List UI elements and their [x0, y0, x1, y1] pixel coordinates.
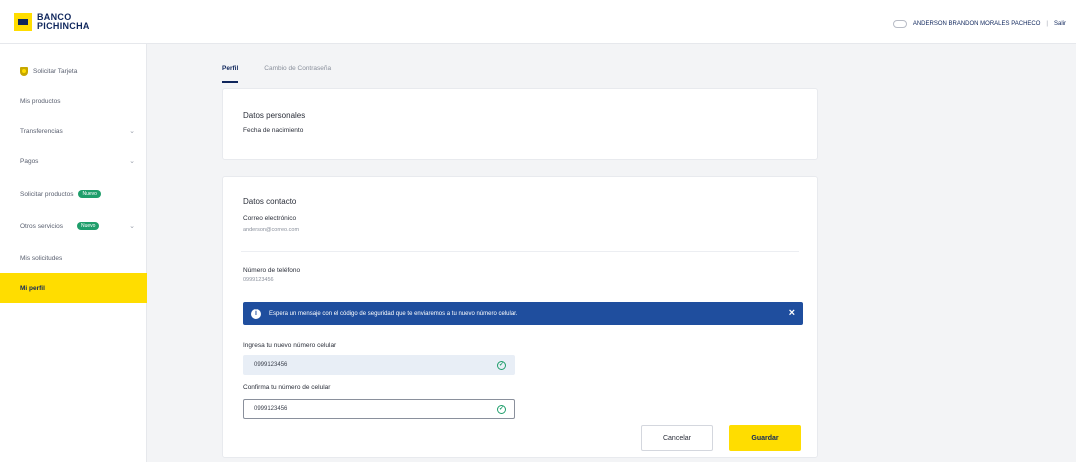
chevron-down-icon: ⌄ [129, 223, 135, 230]
sidebar-item-mi-perfil[interactable]: Mi perfil [0, 273, 147, 303]
profile-tabs: Perfil Cambio de Contraseña [222, 53, 331, 83]
divider [241, 251, 799, 252]
contact-data-card: Datos contacto Correo electrónico anders… [222, 176, 818, 458]
sidebar-item-transferencias[interactable]: Transferencias ⌄ [0, 120, 147, 142]
sidebar-item-mis-productos[interactable]: Mis productos [0, 90, 147, 112]
user-area: ANDERSON BRANDON MORALES PACHECO | Salir [892, 20, 1066, 28]
contact-data-title: Datos contacto [243, 197, 297, 206]
tab-cambio-contrasena[interactable]: Cambio de Contraseña [264, 53, 331, 83]
shield-icon [20, 66, 28, 76]
logout-link[interactable]: Salir [1054, 21, 1066, 27]
info-alert: i Espera un mensaje con el código de seg… [243, 302, 803, 325]
user-name: ANDERSON BRANDON MORALES PACHECO [912, 21, 1041, 27]
logo-text: BANCO PICHINCHA [37, 12, 90, 31]
tab-perfil[interactable]: Perfil [222, 53, 239, 83]
sidebar-item-mis-solicitudes[interactable]: Mis solicitudes [0, 247, 147, 269]
new-badge: Nuevo [78, 190, 101, 198]
check-circle-icon: ✓ [497, 361, 506, 370]
new-phone-input[interactable]: 0999123456 ✓ [243, 355, 515, 375]
separator: | [1046, 21, 1048, 27]
user-avatar-icon[interactable] [892, 20, 907, 28]
info-icon: i [251, 308, 261, 319]
new-phone-label: Ingresa tu nuevo número celular [243, 342, 337, 349]
top-bar: BANCO PICHINCHA ANDERSON BRANDON MORALES… [0, 0, 1076, 44]
alert-text: Espera un mensaje con el código de segur… [269, 310, 518, 317]
sidebar: Solicitar Tarjeta Mis productos Transfer… [0, 44, 147, 462]
chevron-down-icon: ⌄ [129, 158, 135, 165]
close-icon[interactable]: × [789, 307, 795, 319]
sidebar-item-pagos[interactable]: Pagos ⌄ [0, 150, 147, 172]
sidebar-item-solicitar-productos[interactable]: Solicitar productos Nuevo [0, 183, 147, 205]
check-circle-icon: ✓ [497, 405, 506, 414]
confirm-phone-input[interactable]: 0999123456 ✓ [243, 399, 515, 419]
phone-label: Número de teléfono [243, 267, 301, 274]
email-value: anderson@correo.com [243, 227, 300, 233]
new-badge: Nuevo [76, 222, 100, 230]
phone-value: 0999123456 [243, 277, 274, 283]
email-label: Correo electrónico [243, 215, 297, 222]
bank-logo[interactable]: BANCO PICHINCHA [14, 13, 90, 31]
personal-data-card: Datos personales Fecha de nacimiento [222, 88, 818, 160]
sidebar-item-solicitar-tarjeta[interactable]: Solicitar Tarjeta [0, 60, 147, 82]
personal-data-title: Datos personales [243, 111, 306, 120]
chevron-down-icon: ⌄ [129, 128, 135, 135]
birth-date-label: Fecha de nacimiento [243, 127, 304, 134]
cancel-button[interactable]: Cancelar [641, 425, 713, 451]
confirm-phone-label: Confirma tu número de celular [243, 384, 331, 391]
sidebar-item-otros-servicios[interactable]: Otros servicios Nuevo ⌄ [0, 215, 147, 237]
logo-mark-icon [14, 13, 32, 31]
save-button[interactable]: Guardar [729, 425, 801, 451]
